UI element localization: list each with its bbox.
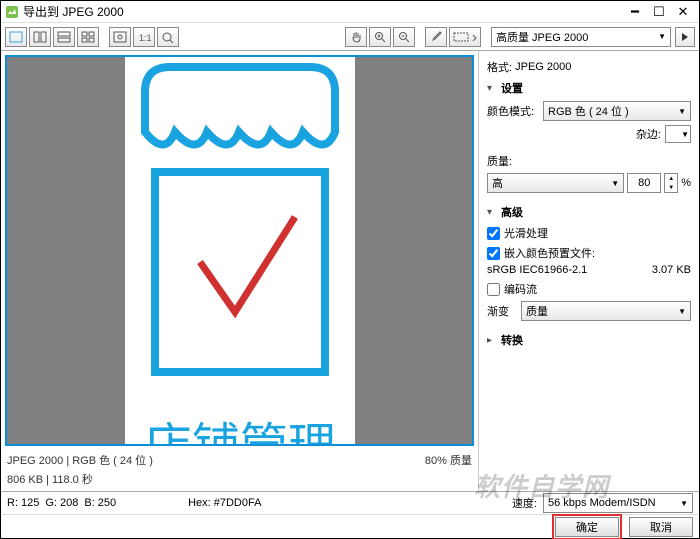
toolbar: 1:1 高质量 JPEG 2000 ▼ — [1, 23, 699, 51]
profile-name: sRGB IEC61966-2.1 — [487, 264, 587, 276]
embed-profile-label: 嵌入颜色预置文件: — [504, 245, 595, 261]
properties-pane: 格式: JPEG 2000 ▾ 设置 颜色模式: RGB 色 ( 24 位 ) … — [479, 51, 699, 491]
app-icon — [5, 5, 19, 19]
matte-label: 杂边: — [636, 126, 661, 142]
color-mode-select[interactable]: RGB 色 ( 24 位 ) ▼ — [543, 101, 691, 121]
export-dialog: 导出到 JPEG 2000 ━ ☐ ✕ 1:1 高质量 JPEG 2000 ▼ — [0, 0, 700, 539]
speed-label: 速度: — [512, 495, 537, 511]
format-value: JPEG 2000 — [515, 61, 571, 73]
preset-more-button[interactable] — [675, 27, 695, 47]
zoom-fit-icon[interactable] — [109, 27, 131, 47]
preview-image: 店铺管理 — [125, 57, 355, 446]
view-single-icon[interactable] — [5, 27, 27, 47]
content: 店铺管理 JPEG 2000 | RGB 色 ( 24 位 ) 80% 质量 8… — [1, 51, 699, 491]
progressive-label: 渐变 — [487, 303, 517, 319]
titlebar: 导出到 JPEG 2000 ━ ☐ ✕ — [1, 1, 699, 23]
quality-spinner[interactable]: ▲▼ — [664, 173, 678, 193]
zoom-actual-icon[interactable]: 1:1 — [133, 27, 155, 47]
preset-value: 高质量 JPEG 2000 — [496, 29, 588, 45]
minimize-button[interactable]: ━ — [623, 3, 647, 21]
matte-swatch[interactable]: ▼ — [665, 125, 691, 143]
preview-pane: 店铺管理 JPEG 2000 | RGB 色 ( 24 位 ) 80% 质量 8… — [1, 51, 479, 491]
chevron-down-icon: ▼ — [680, 499, 688, 508]
progressive-select[interactable]: 质量 ▼ — [521, 301, 691, 321]
maximize-button[interactable]: ☐ — [647, 3, 671, 21]
r-value: 125 — [21, 497, 39, 509]
selection-icon[interactable] — [449, 27, 481, 47]
view-quad-icon[interactable] — [77, 27, 99, 47]
quality-level-select[interactable]: 高 ▼ — [487, 173, 624, 193]
quality-percent: % — [681, 177, 691, 189]
footer: R:125 G:208 B:250 Hex:#7DD0FA 速度: 56 kbp… — [1, 491, 699, 538]
chevron-down-icon: ▼ — [678, 107, 686, 116]
close-button[interactable]: ✕ — [671, 3, 695, 21]
view-split-v-icon[interactable] — [29, 27, 51, 47]
codestream-checkbox[interactable] — [487, 283, 500, 296]
format-label: 格式: — [487, 59, 512, 75]
preview-format-info: JPEG 2000 | RGB 色 ( 24 位 ) — [7, 452, 153, 468]
svg-text:店铺管理: 店铺管理 — [143, 420, 335, 446]
zoom-to-icon[interactable] — [157, 27, 179, 47]
window-title: 导出到 JPEG 2000 — [23, 3, 623, 20]
preview-size-info: 806 KB | 118.0 秒 — [1, 470, 478, 491]
collapse-icon: ▾ — [487, 207, 501, 218]
settings-section-header[interactable]: ▾ 设置 — [487, 77, 691, 99]
embed-profile-checkbox[interactable] — [487, 247, 500, 260]
chevron-down-icon: ▼ — [611, 179, 619, 188]
cancel-button[interactable]: 取消 — [629, 517, 693, 537]
pan-icon[interactable] — [345, 27, 367, 47]
color-mode-label: 颜色模式: — [487, 103, 543, 119]
quality-label: 质量: — [487, 153, 512, 169]
profile-size: 3.07 KB — [652, 264, 691, 276]
eyedropper-icon[interactable] — [425, 27, 447, 47]
smooth-checkbox[interactable] — [487, 227, 500, 240]
zoom-out-icon[interactable] — [393, 27, 415, 47]
g-value: 208 — [60, 497, 78, 509]
zoom-in-icon[interactable] — [369, 27, 391, 47]
speed-select[interactable]: 56 kbps Modem/ISDN ▼ — [543, 493, 693, 513]
collapse-icon: ▾ — [487, 83, 501, 94]
preset-select[interactable]: 高质量 JPEG 2000 ▼ — [491, 27, 671, 47]
chevron-down-icon: ▼ — [678, 307, 686, 316]
preview-canvas[interactable]: 店铺管理 — [5, 55, 474, 446]
view-split-h-icon[interactable] — [53, 27, 75, 47]
hex-value: #7DD0FA — [214, 497, 262, 509]
preview-quality-info: 80% 质量 — [425, 452, 472, 468]
smooth-label: 光滑处理 — [504, 225, 548, 241]
quality-value-input[interactable]: 80 — [627, 173, 661, 193]
codestream-label: 编码流 — [504, 281, 537, 297]
svg-text:1:1: 1:1 — [139, 33, 151, 43]
advanced-section-header[interactable]: ▾ 高级 — [487, 201, 691, 223]
transform-section-header[interactable]: ▸ 转换 — [487, 329, 691, 351]
chevron-down-icon: ▼ — [658, 32, 666, 41]
ok-button[interactable]: 确定 — [555, 517, 619, 537]
expand-icon: ▸ — [487, 335, 501, 346]
b-value: 250 — [98, 497, 116, 509]
